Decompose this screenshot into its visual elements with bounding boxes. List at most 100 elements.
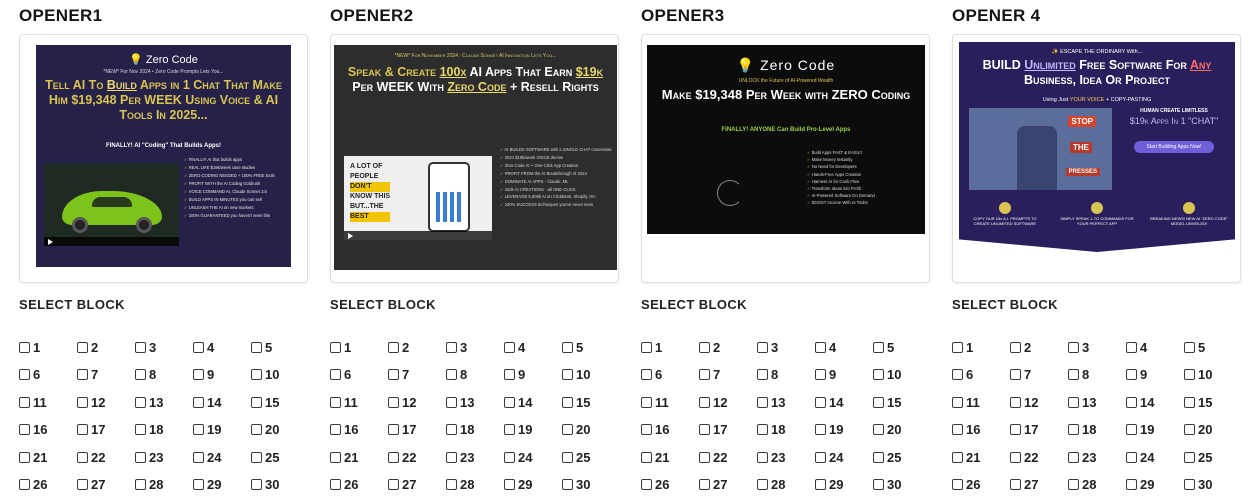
block-checkbox-24[interactable]: 24: [1126, 448, 1180, 466]
checkbox-square[interactable]: [446, 341, 457, 353]
block-checkbox-23[interactable]: 23: [757, 448, 811, 466]
block-checkbox-22[interactable]: 22: [388, 448, 442, 466]
block-checkbox-24[interactable]: 24: [815, 448, 869, 466]
block-checkbox-22[interactable]: 22: [77, 448, 131, 466]
block-checkbox-3[interactable]: 3: [446, 338, 500, 356]
checkbox-square[interactable]: [1126, 396, 1137, 408]
block-checkbox-29[interactable]: 29: [193, 476, 247, 494]
checkbox-square[interactable]: [699, 369, 710, 380]
block-checkbox-23[interactable]: 23: [1068, 448, 1122, 466]
checkbox-square[interactable]: [873, 424, 884, 435]
block-checkbox-6[interactable]: 6: [330, 366, 384, 384]
checkbox-square[interactable]: [815, 396, 826, 408]
checkbox-square[interactable]: [1126, 451, 1137, 463]
block-checkbox-27[interactable]: 27: [388, 476, 442, 494]
checkbox-square[interactable]: [388, 424, 399, 435]
block-checkbox-14[interactable]: 14: [815, 393, 869, 411]
block-checkbox-30[interactable]: 30: [873, 476, 927, 494]
checkbox-square[interactable]: [77, 396, 88, 408]
checkbox-square[interactable]: [135, 479, 146, 490]
checkbox-square[interactable]: [641, 369, 652, 380]
block-checkbox-30[interactable]: 30: [251, 476, 305, 494]
checkbox-square[interactable]: [504, 369, 515, 380]
block-checkbox-28[interactable]: 28: [1068, 476, 1122, 494]
block-checkbox-9[interactable]: 9: [193, 366, 247, 384]
block-checkbox-25[interactable]: 25: [562, 448, 616, 466]
block-checkbox-22[interactable]: 22: [1010, 448, 1064, 466]
block-checkbox-12[interactable]: 12: [1010, 393, 1064, 411]
block-checkbox-18[interactable]: 18: [446, 421, 500, 439]
checkbox-square[interactable]: [873, 479, 884, 490]
checkbox-square[interactable]: [1010, 341, 1021, 353]
checkbox-square[interactable]: [699, 479, 710, 490]
checkbox-square[interactable]: [1068, 341, 1079, 353]
block-checkbox-20[interactable]: 20: [873, 421, 927, 439]
block-checkbox-15[interactable]: 15: [251, 393, 305, 411]
checkbox-square[interactable]: [1126, 479, 1137, 490]
checkbox-square[interactable]: [77, 479, 88, 490]
checkbox-square[interactable]: [562, 369, 573, 380]
block-checkbox-26[interactable]: 26: [330, 476, 384, 494]
block-checkbox-4[interactable]: 4: [815, 338, 869, 356]
block-checkbox-3[interactable]: 3: [757, 338, 811, 356]
checkbox-square[interactable]: [330, 369, 341, 380]
block-checkbox-21[interactable]: 21: [19, 448, 73, 466]
checkbox-square[interactable]: [757, 369, 768, 380]
block-checkbox-11[interactable]: 11: [641, 393, 695, 411]
block-checkbox-10[interactable]: 10: [251, 366, 305, 384]
block-checkbox-10[interactable]: 10: [1184, 366, 1238, 384]
block-checkbox-19[interactable]: 19: [193, 421, 247, 439]
block-checkbox-10[interactable]: 10: [562, 366, 616, 384]
block-checkbox-6[interactable]: 6: [952, 366, 1006, 384]
block-checkbox-4[interactable]: 4: [1126, 338, 1180, 356]
checkbox-square[interactable]: [1184, 396, 1195, 408]
block-checkbox-17[interactable]: 17: [699, 421, 753, 439]
checkbox-square[interactable]: [1010, 369, 1021, 380]
checkbox-square[interactable]: [1010, 451, 1021, 463]
checkbox-square[interactable]: [251, 451, 262, 463]
checkbox-square[interactable]: [504, 424, 515, 435]
block-checkbox-18[interactable]: 18: [757, 421, 811, 439]
block-checkbox-5[interactable]: 5: [251, 338, 305, 356]
checkbox-square[interactable]: [757, 341, 768, 353]
block-checkbox-25[interactable]: 25: [873, 448, 927, 466]
checkbox-square[interactable]: [562, 424, 573, 435]
checkbox-square[interactable]: [251, 396, 262, 408]
checkbox-square[interactable]: [330, 451, 341, 463]
checkbox-square[interactable]: [699, 341, 710, 353]
block-checkbox-17[interactable]: 17: [1010, 421, 1064, 439]
checkbox-square[interactable]: [446, 451, 457, 463]
block-checkbox-24[interactable]: 24: [193, 448, 247, 466]
block-checkbox-28[interactable]: 28: [135, 476, 189, 494]
checkbox-square[interactable]: [77, 341, 88, 353]
block-checkbox-29[interactable]: 29: [1126, 476, 1180, 494]
checkbox-square[interactable]: [952, 451, 963, 463]
block-checkbox-16[interactable]: 16: [19, 421, 73, 439]
checkbox-square[interactable]: [562, 451, 573, 463]
checkbox-square[interactable]: [330, 424, 341, 435]
block-checkbox-23[interactable]: 23: [135, 448, 189, 466]
checkbox-square[interactable]: [135, 424, 146, 435]
block-checkbox-22[interactable]: 22: [699, 448, 753, 466]
block-checkbox-12[interactable]: 12: [77, 393, 131, 411]
checkbox-square[interactable]: [1068, 369, 1079, 380]
checkbox-square[interactable]: [193, 424, 204, 435]
checkbox-square[interactable]: [757, 479, 768, 490]
block-checkbox-3[interactable]: 3: [1068, 338, 1122, 356]
block-checkbox-17[interactable]: 17: [388, 421, 442, 439]
checkbox-square[interactable]: [77, 369, 88, 380]
block-checkbox-1[interactable]: 1: [19, 338, 73, 356]
checkbox-square[interactable]: [19, 341, 30, 353]
checkbox-square[interactable]: [135, 369, 146, 380]
checkbox-square[interactable]: [873, 451, 884, 463]
block-checkbox-8[interactable]: 8: [1068, 366, 1122, 384]
checkbox-square[interactable]: [388, 396, 399, 408]
checkbox-square[interactable]: [19, 424, 30, 435]
block-checkbox-14[interactable]: 14: [193, 393, 247, 411]
block-checkbox-4[interactable]: 4: [193, 338, 247, 356]
checkbox-square[interactable]: [1126, 424, 1137, 435]
preview-video[interactable]: [44, 163, 179, 246]
start-building-button[interactable]: Start Building Apps Now!: [1134, 141, 1214, 153]
checkbox-square[interactable]: [1068, 479, 1079, 490]
checkbox-square[interactable]: [19, 396, 30, 408]
